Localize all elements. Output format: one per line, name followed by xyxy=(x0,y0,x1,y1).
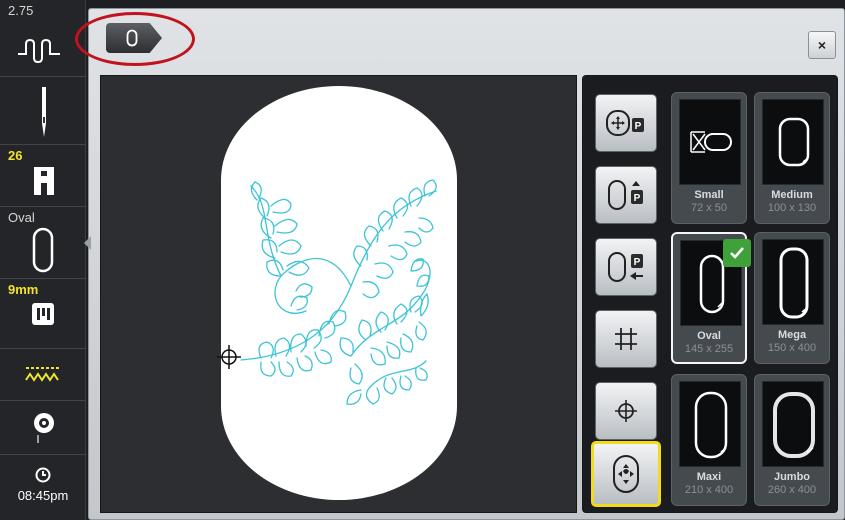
mega-hoop-icon xyxy=(779,247,809,319)
hoop-field xyxy=(221,86,457,500)
checkmark-icon xyxy=(730,247,744,259)
hoop-cell[interactable]: Oval xyxy=(0,207,86,279)
hoop-name: Oval xyxy=(697,330,721,342)
needle-icon xyxy=(42,87,46,137)
grid-button[interactable] xyxy=(595,310,657,368)
bobbin-cell[interactable] xyxy=(0,401,86,455)
oval-hoop-icon xyxy=(699,254,725,314)
hoop-name-label: Oval xyxy=(8,210,35,225)
needle-cell[interactable] xyxy=(0,77,86,145)
hoop-preview xyxy=(679,99,741,185)
hoop-name: Mega xyxy=(777,329,807,341)
hoop-move-left-icon: P xyxy=(608,252,643,282)
hoop-dimensions: 100 x 130 xyxy=(767,202,817,214)
hoop-dimensions: 210 x 400 xyxy=(684,484,734,496)
hoop-name: Maxi xyxy=(696,471,722,483)
maxi-hoop-icon xyxy=(694,391,728,459)
svg-text:P: P xyxy=(635,121,642,132)
stitch-length-value: 9mm xyxy=(8,282,39,297)
center-icon xyxy=(615,400,637,422)
hoop-option-mega[interactable]: Mega 150 x 400 xyxy=(754,232,830,364)
embroidery-canvas[interactable] xyxy=(100,75,577,513)
hoop-name: Medium xyxy=(771,189,813,201)
svg-text:P: P xyxy=(634,257,641,268)
hoop-selection-dialog: × P P P Small 72 x 50 Medium 100 x 130 O… xyxy=(75,8,845,520)
stitch-width-cell[interactable]: 2.75 xyxy=(0,0,86,77)
hoop-park-icon: P xyxy=(606,110,644,136)
oval-hoop-icon xyxy=(32,227,54,273)
stitch-width-icon xyxy=(18,38,60,64)
stitch-width-value: 2.75 xyxy=(8,3,34,18)
stitch-length-icon xyxy=(32,303,54,325)
hoop-option-oval[interactable]: Oval 145 x 255 xyxy=(671,232,751,364)
hoop-move-left-button[interactable]: P xyxy=(595,238,657,296)
hoop-dimensions: 145 x 255 xyxy=(684,343,734,355)
hoop-option-small[interactable]: Small 72 x 50 xyxy=(671,92,747,224)
current-hoop-tag[interactable] xyxy=(106,23,162,53)
hoop-dimensions: 150 x 400 xyxy=(767,342,817,354)
hoop-move-up-icon: P xyxy=(608,180,643,210)
svg-text:P: P xyxy=(634,193,641,204)
hoop-name: Small xyxy=(694,189,724,201)
hoop-option-medium[interactable]: Medium 100 x 130 xyxy=(754,92,830,224)
presser-foot-cell[interactable]: 26 xyxy=(0,145,86,207)
medium-hoop-icon xyxy=(778,117,810,167)
hoop-option-maxi[interactable]: Maxi 210 x 400 xyxy=(671,374,747,506)
hoop-option-jumbo[interactable]: Jumbo 260 x 400 xyxy=(754,374,830,506)
presser-foot-icon xyxy=(34,167,54,195)
grid-icon xyxy=(615,328,637,350)
hoop-park-button[interactable]: P xyxy=(595,94,657,152)
small-hoop-icon xyxy=(690,131,732,153)
embroidery-center-icon xyxy=(613,455,639,493)
status-sidebar: 2.75 26 Oval 9mm 08:45pm xyxy=(0,0,86,520)
close-button[interactable]: × xyxy=(808,31,836,59)
hoop-name: Jumbo xyxy=(773,471,811,483)
center-needle-button[interactable] xyxy=(595,382,657,440)
stitch-pattern-icon xyxy=(25,367,60,382)
sidebar-pointer xyxy=(84,236,91,250)
hoop-selection-panel: P P P Small 72 x 50 Medium 100 x 130 Ova… xyxy=(582,75,838,513)
clock-icon xyxy=(35,467,51,483)
stitch-length-cell[interactable]: 9mm xyxy=(0,279,86,349)
hoop-dimensions: 72 x 50 xyxy=(690,202,728,214)
embroidery-center-button[interactable] xyxy=(591,441,661,507)
position-crosshair-icon[interactable] xyxy=(217,345,241,369)
hoop-move-up-button[interactable]: P xyxy=(595,166,657,224)
hoop-preview xyxy=(762,381,824,467)
close-icon: × xyxy=(817,37,827,53)
clock-time: 08:45pm xyxy=(17,488,69,503)
hoop-preview xyxy=(679,381,741,467)
selected-check-badge xyxy=(723,239,751,267)
hoop-dimensions: 260 x 400 xyxy=(767,484,817,496)
jumbo-hoop-icon xyxy=(773,392,815,458)
feather-embroidery-design xyxy=(240,179,437,405)
hoop-preview xyxy=(762,99,824,185)
presser-foot-number: 26 xyxy=(8,148,23,163)
hoop-preview xyxy=(762,239,824,325)
oval-hoop-tag-icon xyxy=(126,29,138,47)
clock-cell: 08:45pm xyxy=(0,455,86,520)
stitch-pattern-cell[interactable] xyxy=(0,349,86,401)
bobbin-icon xyxy=(34,413,54,443)
